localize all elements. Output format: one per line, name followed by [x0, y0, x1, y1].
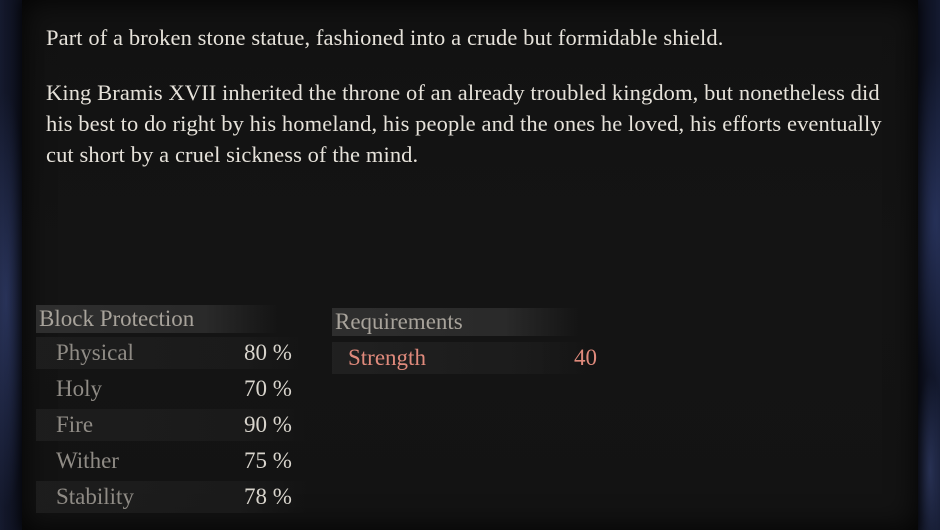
requirements-header: Requirements — [332, 308, 580, 336]
stat-row-wither: Wither 75 % — [36, 445, 306, 477]
stat-row-stability: Stability 78 % — [36, 481, 306, 513]
stat-label: Fire — [56, 412, 94, 437]
item-description: Part of a broken stone statue, fashioned… — [46, 22, 886, 194]
stat-value: 75 % — [244, 448, 292, 473]
description-flavor-line: Part of a broken stone statue, fashioned… — [46, 25, 724, 50]
stat-value: 80 % — [244, 340, 292, 365]
item-info-panel: Part of a broken stone statue, fashioned… — [22, 0, 918, 530]
requirement-row-strength: Strength 40 — [332, 342, 597, 374]
stat-value: 78 % — [244, 484, 292, 509]
block-protection-header: Block Protection — [36, 305, 279, 333]
stat-value: 70 % — [244, 376, 292, 401]
stat-label: Holy — [56, 376, 102, 401]
stat-row-fire: Fire 90 % — [36, 409, 306, 441]
requirement-label: Strength — [348, 345, 426, 370]
stat-label: Physical — [56, 340, 134, 365]
stat-row-holy: Holy 70 % — [36, 373, 306, 405]
stat-label: Stability — [56, 484, 134, 509]
stat-value: 90 % — [244, 412, 292, 437]
description-lore: King Bramis XVII inherited the throne of… — [46, 80, 882, 167]
stat-label: Wither — [56, 448, 119, 473]
requirement-value: 40 — [574, 345, 597, 370]
stat-row-physical: Physical 80 % — [36, 337, 306, 369]
